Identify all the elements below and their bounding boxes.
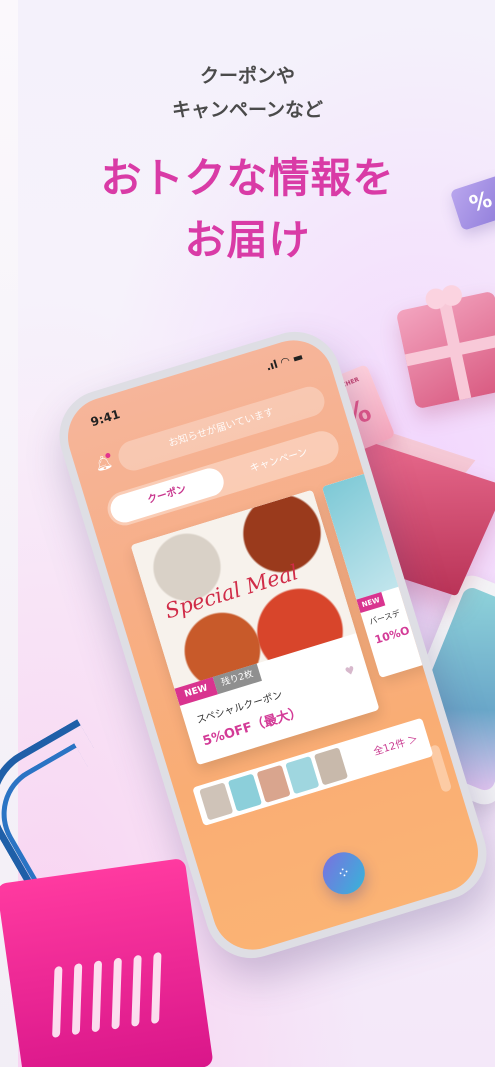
app-store-screenshot: クーポンや キャンペーンなど おトクな情報を お届け % VOUCHER % 9… [0, 0, 495, 1067]
coupon-image-text: Special Meal [162, 560, 301, 624]
thumbnail[interactable] [199, 782, 234, 821]
coupon-image: Special Meal [130, 489, 357, 689]
page-indicator [428, 744, 453, 793]
status-icons: .ıl ◠ ▬ [264, 349, 305, 374]
basket-slot [111, 957, 122, 1030]
gift-box-icon [395, 275, 495, 410]
thumbnail[interactable] [256, 764, 291, 803]
shopping-basket-icon [0, 857, 214, 1067]
basket-slot [52, 965, 63, 1038]
basket-slot [151, 951, 162, 1025]
thumbnail[interactable] [285, 756, 320, 795]
headline-line-1: クーポンや [199, 65, 295, 87]
dots-grid-icon[interactable]: ⁘ [317, 847, 371, 900]
thumbnail[interactable] [313, 747, 349, 786]
bell-icon[interactable]: 🔔︎ [91, 451, 116, 476]
heart-icon[interactable]: ♥ [343, 663, 356, 678]
tab-coupon[interactable]: クーポン [107, 464, 228, 526]
basket-slot [131, 954, 142, 1027]
notification-dot [104, 452, 112, 459]
gift-bow [420, 275, 466, 314]
thumbnail[interactable] [227, 773, 263, 812]
tab-campaign[interactable]: キャンペーン [219, 431, 339, 492]
basket-slot [91, 960, 103, 1033]
coupon-badges: NEW 残り2枚 [174, 663, 262, 706]
headline-line-2: キャンペーンなど [171, 99, 324, 121]
headline-main-1: おトクな情報を [100, 154, 395, 202]
coupon-discount: 10%O [373, 623, 412, 647]
headline-main-2: お届け [184, 216, 311, 264]
view-all-link[interactable]: 全12件 ＞ [368, 721, 424, 773]
coupon-title: バースデ [368, 608, 402, 627]
status-time: 9:41 [88, 407, 122, 430]
basket-slot [71, 963, 83, 1036]
